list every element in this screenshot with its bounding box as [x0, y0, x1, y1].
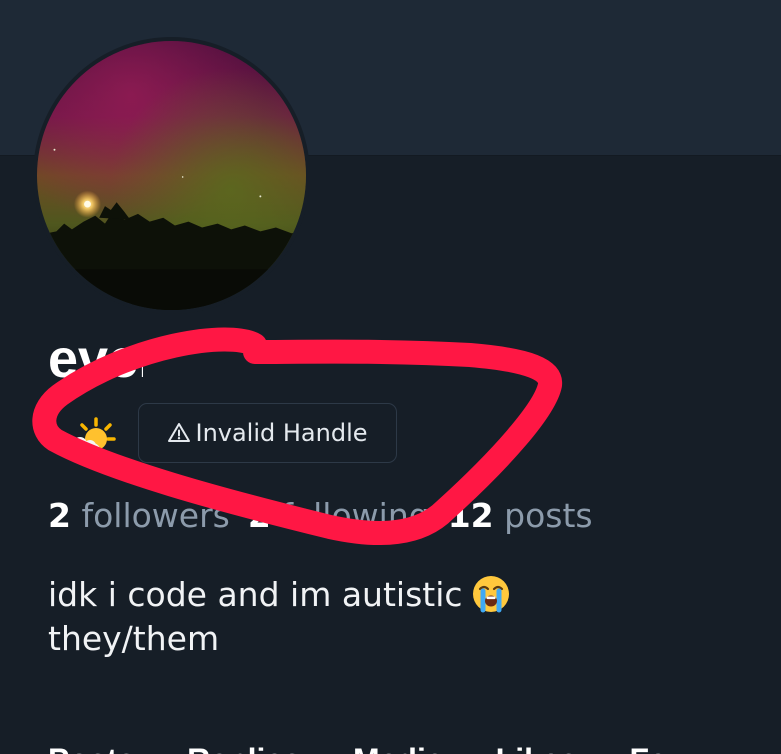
profile-tabs: Posts Replies Media Likes Fe	[48, 742, 667, 754]
sun-behind-cloud-emoji-icon	[68, 417, 116, 457]
followers-label: followers	[81, 496, 230, 535]
tab-posts[interactable]: Posts	[48, 742, 135, 754]
profile-page: everly Invalid Handle 2 followers 2 foll…	[0, 0, 781, 754]
following-label: following	[281, 496, 430, 535]
bio-text-1: idk i code and im autistic	[48, 575, 463, 614]
followers-stat[interactable]: 2 followers	[48, 496, 230, 535]
bio-line-1: idk i code and im autistic	[48, 573, 748, 617]
posts-count: 12	[447, 496, 494, 535]
loudly-crying-face-icon	[472, 576, 509, 613]
aurora-photo	[37, 41, 306, 310]
profile-stats: 2 followers 2 following 12 posts	[48, 492, 611, 540]
following-stat[interactable]: 2 following	[248, 496, 430, 535]
profile-bio: idk i code and im autistic they/them	[48, 573, 748, 661]
tab-replies[interactable]: Replies	[187, 742, 301, 754]
posts-label: posts	[504, 496, 593, 535]
warning-triangle-icon	[168, 423, 191, 442]
following-count: 2	[247, 496, 271, 535]
followers-count: 2	[48, 496, 71, 535]
posts-stat: 12 posts	[448, 496, 593, 535]
annotation-occlusion	[143, 318, 215, 400]
bio-line-2: they/them	[48, 619, 220, 658]
tab-feeds[interactable]: Fe	[629, 742, 666, 754]
tab-media[interactable]: Media	[353, 742, 444, 754]
profile-avatar[interactable]	[33, 37, 310, 314]
tab-likes[interactable]: Likes	[496, 742, 578, 754]
invalid-handle-badge[interactable]: Invalid Handle	[138, 403, 397, 463]
invalid-handle-label: Invalid Handle	[195, 419, 368, 447]
